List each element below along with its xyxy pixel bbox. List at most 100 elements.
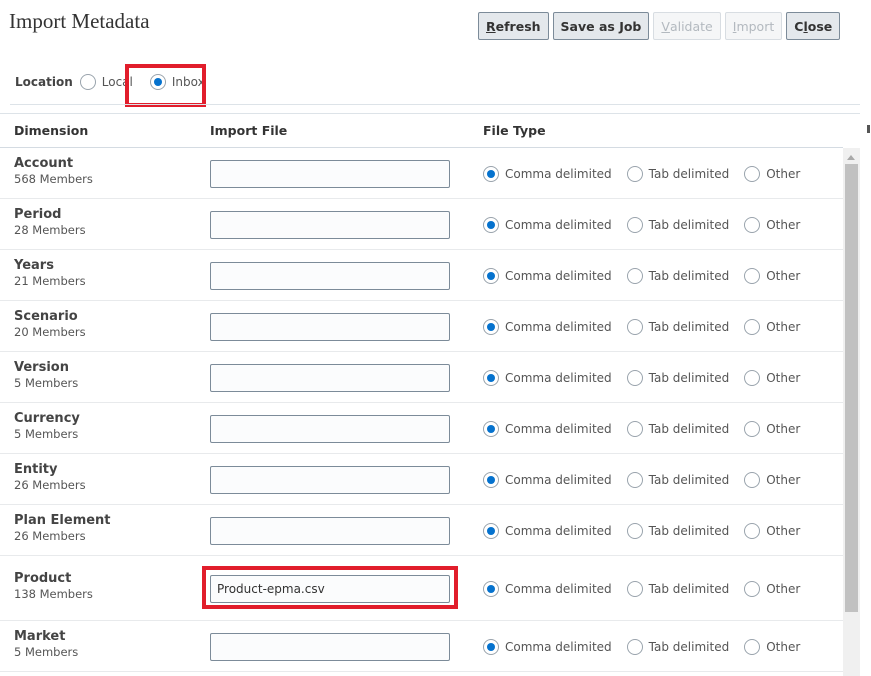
dimension-cell: Currency 5 Members	[14, 411, 80, 441]
file-type-option-tab-delimited[interactable]: Tab delimited	[626, 638, 729, 655]
comma-delimited-radio[interactable]	[483, 267, 499, 284]
dimension-cell: Entity 26 Members	[14, 462, 86, 492]
file-type-option-other[interactable]: Other	[744, 471, 801, 488]
file-type-option-other[interactable]: Other	[744, 420, 800, 437]
other-radio[interactable]	[744, 165, 761, 182]
button-label: R	[486, 18, 496, 34]
tab-delimited-radio[interactable]	[626, 522, 643, 539]
file-type-option-other[interactable]: Other	[744, 318, 800, 335]
tab-delimited-radio[interactable]	[626, 580, 643, 597]
file-type-option-tab-delimited[interactable]: Tab delimited	[626, 420, 730, 437]
tab-delimited-radio[interactable]	[626, 471, 643, 488]
file-type-group: Comma delimited Tab delimited Other	[483, 318, 815, 335]
table-row: Scenario 20 Members Comma delimited Tab del…	[0, 301, 843, 352]
other-radio[interactable]	[744, 420, 761, 437]
file-type-option-comma-delimited[interactable]: Comma delimited	[483, 420, 612, 437]
column-header-file-type: File Type	[483, 123, 546, 138]
comma-delimited-radio[interactable]	[483, 580, 499, 597]
member-count: 5 Members	[14, 426, 79, 441]
inbox-radio[interactable]	[149, 74, 166, 90]
file-type-option-comma-delimited[interactable]: Comma delimited	[483, 216, 612, 233]
tab-delimited-radio[interactable]	[626, 420, 643, 437]
file-type-option-other[interactable]: Other	[744, 216, 800, 233]
other-radio[interactable]	[744, 471, 761, 488]
column-resize-handle[interactable]	[867, 125, 870, 133]
file-type-option-tab-delimited[interactable]: Tab delimited	[626, 522, 730, 539]
file-type-option-other[interactable]: Other	[744, 165, 800, 182]
validate-button[interactable]: Validate	[653, 12, 721, 40]
comma-delimited-radio[interactable]	[483, 369, 499, 386]
tab-delimited-radio[interactable]	[626, 638, 643, 655]
refresh-button[interactable]: Refresh	[478, 12, 549, 40]
file-type-option-tab-delimited[interactable]: Tab delimited	[626, 165, 729, 182]
file-type-option-comma-delimited[interactable]: Comma delimited	[483, 369, 612, 386]
file-type-option-other[interactable]: Other	[744, 267, 801, 284]
file-type-option-other[interactable]: Other	[744, 522, 800, 539]
comma-delimited-radio[interactable]	[483, 522, 499, 539]
import-file-input[interactable]	[210, 312, 450, 341]
comma-delimited-radio[interactable]	[483, 471, 499, 488]
file-type-option-comma-delimited[interactable]: Comma delimited	[483, 267, 612, 284]
other-radio[interactable]	[744, 369, 761, 386]
comma-delimited-radio[interactable]	[483, 318, 499, 335]
comma-delimited-radio[interactable]	[483, 638, 499, 655]
import-file-input[interactable]	[210, 363, 450, 392]
tab-delimited-radio[interactable]	[626, 267, 643, 284]
location-selector: Location Local Inbox	[15, 74, 205, 90]
other-radio[interactable]	[744, 580, 761, 597]
comma-delimited-radio[interactable]	[483, 420, 499, 437]
file-type-option-other[interactable]: Other	[744, 369, 800, 386]
comma-delimited-radio[interactable]	[483, 165, 499, 182]
location-option-inbox[interactable]: Inbox	[149, 74, 205, 90]
scrollbar-thumb[interactable]	[845, 164, 858, 612]
file-type-option-comma-delimited[interactable]: Comma delimited	[483, 471, 612, 488]
other-radio[interactable]	[744, 638, 761, 655]
file-type-option-tab-delimited[interactable]: Tab delimited	[626, 471, 729, 488]
tab-delimited-radio[interactable]	[626, 216, 643, 233]
file-type-option-tab-delimited[interactable]: Tab delimited	[626, 580, 730, 597]
other-radio[interactable]	[744, 318, 761, 335]
file-type-option-tab-delimited[interactable]: Tab delimited	[626, 216, 729, 233]
other-radio[interactable]	[744, 216, 761, 233]
file-type-option-comma-delimited[interactable]: Comma delimited	[483, 638, 612, 655]
scroll-up-arrow-icon[interactable]	[847, 155, 855, 160]
tab-delimited-label: Tab delimited	[648, 581, 730, 596]
import-file-input[interactable]	[210, 261, 450, 290]
column-header-dimension: Dimension	[14, 123, 89, 138]
file-type-option-comma-delimited[interactable]: Comma delimited	[483, 522, 612, 539]
file-type-option-tab-delimited[interactable]: Tab delimited	[626, 318, 729, 335]
file-type-option-other[interactable]: Other	[744, 580, 800, 597]
file-type-option-tab-delimited[interactable]: Tab delimited	[626, 369, 729, 386]
import-file-input[interactable]	[210, 159, 450, 188]
comma-delimited-label: Comma delimited	[505, 166, 612, 181]
tab-delimited-radio[interactable]	[626, 369, 643, 386]
file-type-option-other[interactable]: Other	[744, 638, 800, 655]
other-label: Other	[766, 268, 801, 283]
other-radio[interactable]	[744, 267, 761, 284]
file-type-option-tab-delimited[interactable]: Tab delimited	[626, 267, 729, 284]
member-count: 138 Members	[14, 586, 93, 601]
import-file-input[interactable]	[210, 632, 450, 661]
import-file-input[interactable]	[210, 574, 450, 603]
file-type-option-comma-delimited[interactable]: Comma delimited	[483, 318, 612, 335]
close-button[interactable]: Cl ose	[786, 12, 841, 40]
other-radio[interactable]	[744, 522, 761, 539]
tab-delimited-radio[interactable]	[626, 318, 643, 335]
comma-delimited-radio[interactable]	[483, 216, 499, 233]
other-label: Other	[766, 472, 801, 487]
file-type-option-comma-delimited[interactable]: Comma delimited	[483, 580, 612, 597]
tab-delimited-label: Tab delimited	[648, 421, 730, 436]
table-row: Period 28 Members Comma delimited Tab delim…	[0, 199, 843, 250]
tab-delimited-radio[interactable]	[626, 165, 643, 182]
local-radio[interactable]	[79, 74, 96, 90]
vertical-scrollbar[interactable]	[843, 148, 860, 676]
save-as-job-button[interactable]: Save as Job	[552, 12, 650, 40]
import-file-input[interactable]	[210, 414, 450, 443]
import-file-input[interactable]	[210, 516, 450, 545]
import-file-input[interactable]	[210, 465, 450, 494]
import-file-input[interactable]	[210, 210, 450, 239]
location-option-local[interactable]: Local	[79, 74, 133, 90]
file-type-option-comma-delimited[interactable]: Comma delimited	[483, 165, 612, 182]
import-button[interactable]: Import	[724, 12, 783, 40]
tab-delimited-label: Tab delimited	[648, 523, 730, 538]
